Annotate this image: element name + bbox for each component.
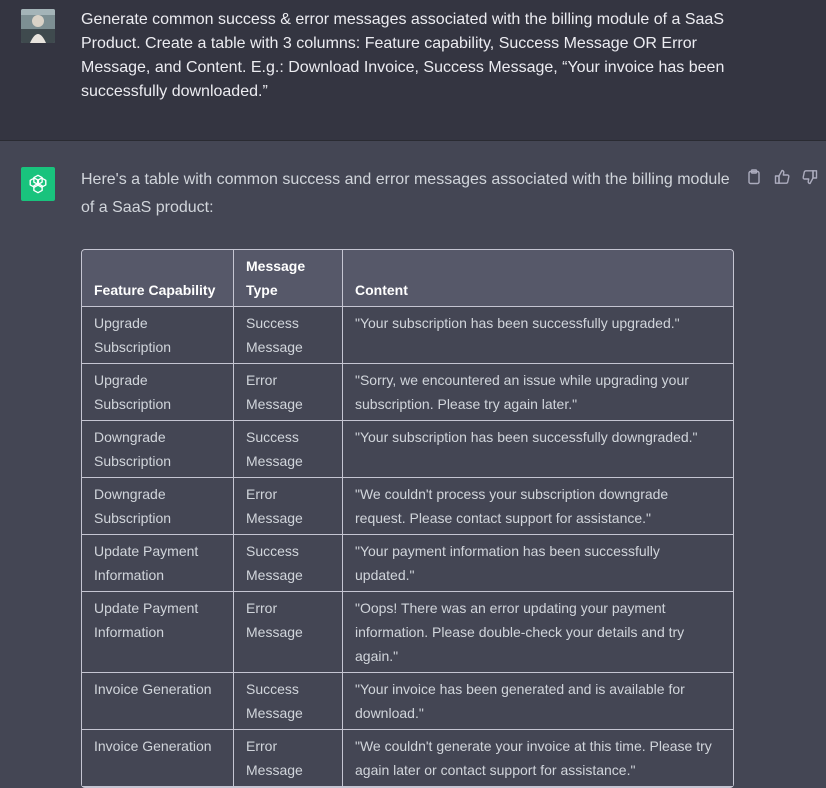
message-actions [745,168,819,186]
content-cell: "Your invoice has been generated and is … [343,673,733,730]
table-row: Upgrade Subscription Error Message "Sorr… [82,364,733,421]
type-cell: Error Message [234,592,343,673]
thumbs-down-icon[interactable] [801,168,819,186]
content-cell: "We couldn't process your subscription d… [343,478,733,535]
feature-cell: Upgrade Subscription [82,364,234,421]
thumbs-up-icon[interactable] [773,168,791,186]
type-cell: Success Message [234,421,343,478]
billing-messages-table: Feature Capability Message Type Content … [81,249,734,788]
type-cell: Error Message [234,730,343,787]
table-row: Downgrade Subscription Error Message "We… [82,478,733,535]
type-cell: Error Message [234,478,343,535]
feature-cell: Downgrade Subscription [82,478,234,535]
table-row: Invoice Generation Error Message "We cou… [82,730,733,787]
content-cell: "We couldn't generate your invoice at th… [343,730,733,787]
type-cell: Success Message [234,535,343,592]
feature-cell: Update Payment Information [82,535,234,592]
user-avatar-photo-icon [21,9,55,43]
assistant-intro-text: Here's a table with common success and e… [81,171,730,216]
header-message-type: Message Type [234,250,343,307]
feature-cell: Update Payment Information [82,592,234,673]
user-prompt-text: Generate common success & error messages… [81,11,725,100]
table-row: Downgrade Subscription Success Message "… [82,421,733,478]
table-row: Upgrade Subscription Success Message "Yo… [82,307,733,364]
user-avatar [21,9,55,43]
type-cell: Error Message [234,364,343,421]
type-cell: Success Message [234,673,343,730]
table-row: Invoice Generation Success Message "Your… [82,673,733,730]
type-cell: Success Message [234,307,343,364]
assistant-message-block: Here's a table with common success and e… [0,141,826,788]
header-feature-capability: Feature Capability [82,250,234,307]
clipboard-icon[interactable] [745,168,763,186]
table-row: Update Payment Information Error Message… [82,592,733,673]
content-cell: "Oops! There was an error updating your … [343,592,733,673]
feature-cell: Downgrade Subscription [82,421,234,478]
content-cell: "Sorry, we encountered an issue while up… [343,364,733,421]
table-header-row: Feature Capability Message Type Content [82,250,733,307]
user-message-block: Generate common success & error messages… [0,0,826,141]
header-content: Content [343,250,733,307]
feature-cell: Invoice Generation [82,730,234,787]
content-cell: "Your subscription has been successfully… [343,421,733,478]
openai-logo-icon [21,167,55,201]
content-cell: "Your subscription has been successfully… [343,307,733,364]
feature-cell: Upgrade Subscription [82,307,234,364]
feature-cell: Invoice Generation [82,673,234,730]
content-cell: "Your payment information has been succe… [343,535,733,592]
table-row: Update Payment Information Success Messa… [82,535,733,592]
